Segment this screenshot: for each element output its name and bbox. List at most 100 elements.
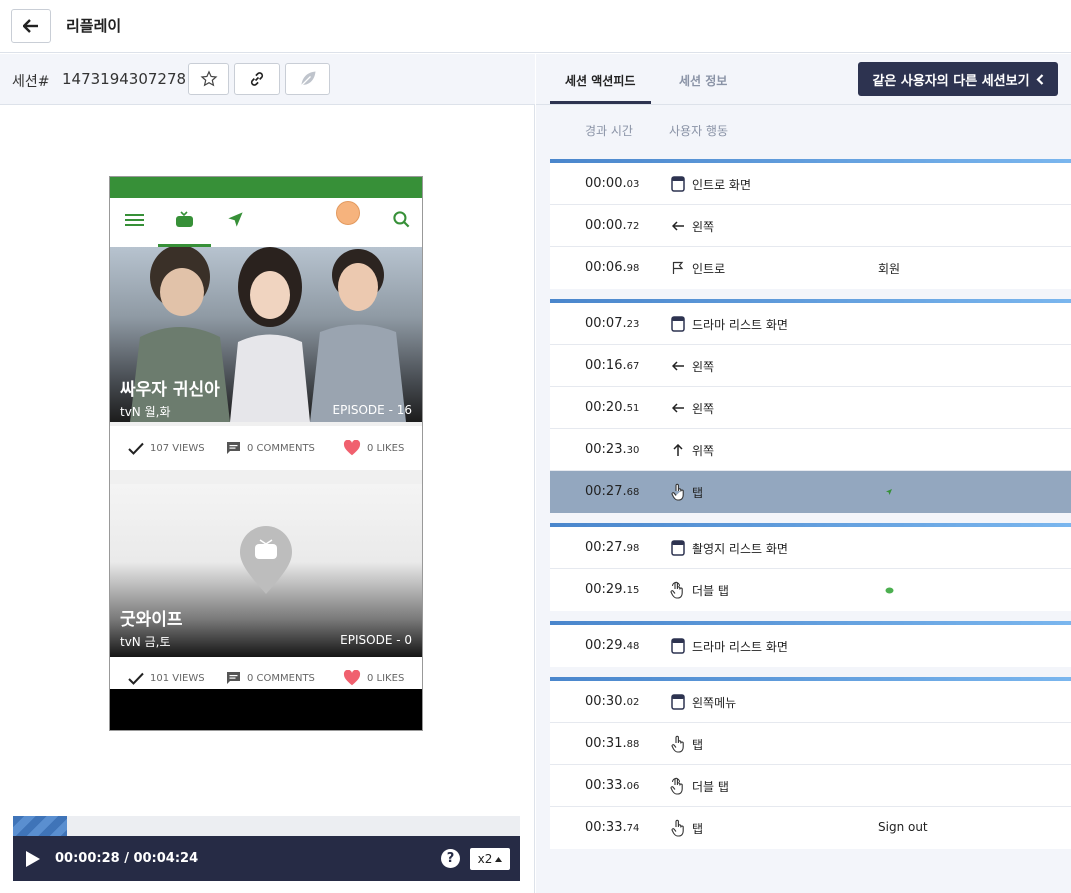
device-screen[interactable]: 싸우자 귀신아 tvN 월,화 EPISODE - 16 107 VIEWS 0… xyxy=(109,176,423,731)
arrow-left-icon xyxy=(670,399,686,417)
playback-speed-select[interactable]: x2 xyxy=(470,848,510,870)
other-sessions-button[interactable]: 같은 사용자의 다른 세션보기 xyxy=(858,62,1058,96)
progress-fill xyxy=(13,816,67,836)
elapsed-time-main: 00:00. xyxy=(585,176,627,191)
back-button[interactable] xyxy=(11,9,51,43)
feed-row[interactable]: 00:23.30 위쪽 xyxy=(550,429,1071,471)
elapsed-time: 00:06.98 xyxy=(585,260,639,275)
elapsed-time-main: 00:31. xyxy=(585,736,627,751)
elapsed-time-main: 00:27. xyxy=(585,484,627,499)
feed-row[interactable]: 00:29.48 드라마 리스트 화면 xyxy=(550,625,1071,667)
drama-card-image[interactable] xyxy=(110,484,422,657)
drama-stats: 101 VIEWS 0 COMMENTS 0 LIKES xyxy=(110,657,422,689)
drama-title: 굿와이프 xyxy=(120,610,183,630)
link-icon xyxy=(250,72,264,86)
tab-session-info[interactable]: 세션 정보 xyxy=(679,72,727,89)
elapsed-time: 00:30.02 xyxy=(585,694,639,709)
device-bottom-bar xyxy=(110,689,422,730)
views-count: 107 VIEWS xyxy=(150,442,205,454)
feed-group: 00:00.03 인트로 화면 00:00.72 왼쪽 00:06.98 인트로 회원 xyxy=(550,159,1071,289)
feed-row[interactable]: 00:16.67 왼쪽 xyxy=(550,345,1071,387)
chevron-left-icon xyxy=(1035,73,1043,85)
elapsed-time-main: 00:16. xyxy=(585,358,627,373)
elapsed-time-fraction: 51 xyxy=(626,403,640,414)
elapsed-time: 00:29.15 xyxy=(585,582,639,597)
navigation-icon xyxy=(228,212,243,227)
double-tap-icon xyxy=(670,777,686,795)
elapsed-time: 00:27.98 xyxy=(585,540,639,555)
elapsed-time-main: 00:20. xyxy=(585,400,627,415)
drama-episode: EPISODE - 0 xyxy=(340,633,412,647)
session-label: 세션# xyxy=(12,74,50,90)
user-action: 드라마 리스트 화면 xyxy=(692,318,788,332)
help-icon[interactable]: ? xyxy=(441,849,460,868)
user-action: 더블 탭 xyxy=(692,584,729,598)
feed-row[interactable]: 00:33.06 더블 탭 xyxy=(550,765,1071,807)
feed-row[interactable]: 00:06.98 인트로 회원 xyxy=(550,247,1071,289)
tap-icon xyxy=(670,483,686,501)
elapsed-time-main: 00:33. xyxy=(585,778,627,793)
elapsed-time-fraction: 88 xyxy=(626,739,640,750)
favorite-button[interactable] xyxy=(188,63,229,95)
feed-group: 00:29.48 드라마 리스트 화면 xyxy=(550,621,1071,667)
placeholder-illustration xyxy=(240,526,292,594)
leaf-button[interactable] xyxy=(285,63,330,95)
user-action: 왼쪽메뉴 xyxy=(692,696,737,710)
tap-icon xyxy=(670,819,686,837)
arrow-left-icon xyxy=(23,19,38,33)
feed-row[interactable]: 00:33.74 탭 Sign out xyxy=(550,807,1071,849)
screen-icon xyxy=(670,175,686,193)
touch-indicator xyxy=(336,201,360,225)
elapsed-time-fraction: 06 xyxy=(626,781,640,792)
elapsed-time-fraction: 67 xyxy=(626,361,640,372)
other-sessions-label: 같은 사용자의 다른 세션보기 xyxy=(872,73,1030,89)
feed-row[interactable]: 00:00.03 인트로 화면 xyxy=(550,163,1071,205)
app-nav-bar xyxy=(110,198,422,247)
elapsed-time-fraction: 15 xyxy=(626,585,640,596)
elapsed-time: 00:00.03 xyxy=(585,176,639,191)
feed-group: 00:27.98 촬영지 리스트 화면 00:29.15 더블 탭 xyxy=(550,523,1071,611)
elapsed-time-fraction: 48 xyxy=(626,641,640,652)
replay-panel: 세션# 1473194307278 싸우자 귀신아 tvN 월,화 EPISOD… xyxy=(0,54,535,893)
drama-channel: tvN 월,화 xyxy=(120,405,171,419)
elapsed-time: 00:33.06 xyxy=(585,778,639,793)
likes-count: 0 LIKES xyxy=(367,442,405,454)
user-action: 더블 탭 xyxy=(692,780,729,794)
green-dot-thumb-icon xyxy=(885,583,894,597)
screen-icon xyxy=(670,637,686,655)
navigation-thumb-icon xyxy=(885,485,893,499)
top-bar: 리플레이 xyxy=(0,0,1071,53)
user-action: 왼쪽 xyxy=(692,402,715,416)
feed-row[interactable]: 00:27.68 탭 xyxy=(550,471,1071,513)
action-detail: 회원 xyxy=(878,262,901,276)
comments-stat: 0 COMMENTS xyxy=(226,426,315,470)
elapsed-time-fraction: 02 xyxy=(626,697,640,708)
feed-row[interactable]: 00:27.98 촬영지 리스트 화면 xyxy=(550,527,1071,569)
arrow-up-icon xyxy=(670,441,686,459)
screen-icon xyxy=(670,539,686,557)
feed-row[interactable]: 00:29.15 더블 탭 xyxy=(550,569,1071,611)
likes-count: 0 LIKES xyxy=(367,672,405,684)
feed-row[interactable]: 00:30.02 왼쪽메뉴 xyxy=(550,681,1071,723)
copy-link-button[interactable] xyxy=(234,63,280,95)
elapsed-time-fraction: 30 xyxy=(626,445,640,456)
elapsed-time: 00:33.74 xyxy=(585,820,639,835)
feed-row[interactable]: 00:07.23 드라마 리스트 화면 xyxy=(550,303,1071,345)
search-icon xyxy=(393,211,410,228)
elapsed-time: 00:23.30 xyxy=(585,442,639,457)
feed-row[interactable]: 00:31.88 탭 xyxy=(550,723,1071,765)
session-bar: 세션# 1473194307278 xyxy=(0,54,535,105)
playback-progress[interactable] xyxy=(13,816,520,836)
feed-row[interactable]: 00:00.72 왼쪽 xyxy=(550,205,1071,247)
feed-row[interactable]: 00:20.51 왼쪽 xyxy=(550,387,1071,429)
tab-action-feed[interactable]: 세션 액션피드 xyxy=(565,72,635,89)
play-icon[interactable] xyxy=(25,850,41,868)
caret-up-icon xyxy=(495,856,503,862)
tab-bar: 세션 액션피드 세션 정보 같은 사용자의 다른 세션보기 xyxy=(536,54,1071,105)
action-feed: 00:00.03 인트로 화면 00:00.72 왼쪽 00:06.98 인트로 회원 00:… xyxy=(550,159,1071,859)
arrow-left-icon xyxy=(670,217,686,235)
views-stat: 107 VIEWS xyxy=(128,426,205,470)
likes-stat: 0 LIKES xyxy=(343,426,404,470)
check-icon xyxy=(128,672,144,685)
feed-group: 00:07.23 드라마 리스트 화면 00:16.67 왼쪽 00:20.51 왼쪽 00… xyxy=(550,299,1071,513)
